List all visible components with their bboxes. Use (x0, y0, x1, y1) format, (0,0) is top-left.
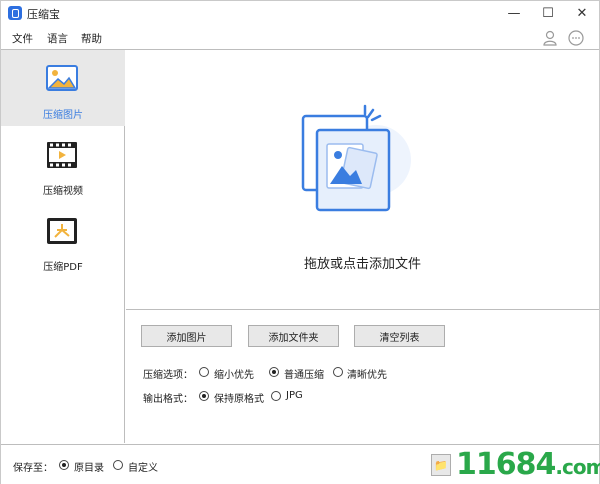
drop-area-hint: 拖放或点击添加文件 (303, 257, 421, 272)
compress-option-label[interactable]: 普通压缩 (284, 366, 324, 381)
menu-file[interactable]: 文件 (12, 31, 33, 46)
add-folder-button[interactable]: 添加文件夹 (248, 325, 339, 347)
save-to-label: 保存至： (13, 463, 53, 474)
add-files-illustration-icon (301, 104, 411, 212)
app-logo-icon (8, 6, 22, 20)
save-location-option-label[interactable]: 自定义 (128, 459, 158, 474)
menu-language[interactable]: 语言 (47, 31, 68, 46)
compress-option-label[interactable]: 缩小优先 (214, 366, 254, 381)
sidebar-item-compress-image[interactable]: 压缩图片 (1, 50, 125, 126)
output-format-option-label[interactable]: 保持原格式 (214, 390, 264, 405)
options-panel: 添加图片 添加文件夹 清空列表 压缩选项： 缩小优先 普通压缩 清晰优先 输出格… (126, 311, 599, 443)
output-format-option-label[interactable]: JPG (286, 390, 303, 401)
sidebar-item-label: 压缩视频 (43, 186, 83, 197)
save-location-radio[interactable] (59, 460, 69, 470)
add-images-button[interactable]: 添加图片 (141, 325, 232, 347)
bottom-bar: 保存至： 原目录 自定义 📁 11684.com (1, 444, 600, 484)
sidebar: 压缩图片 压缩视频 压缩PDF (1, 50, 125, 443)
chat-icon[interactable] (567, 29, 585, 47)
file-drop-area[interactable]: 拖放或点击添加文件 (126, 50, 599, 310)
sidebar-item-label: 压缩图片 (43, 110, 83, 121)
compress-options-label: 压缩选项： (143, 370, 193, 381)
maximize-button[interactable]: ☐ (531, 1, 565, 25)
compress-option-label[interactable]: 清晰优先 (347, 366, 387, 381)
pdf-icon (47, 218, 77, 244)
menu-help[interactable]: 帮助 (81, 31, 102, 46)
user-icon[interactable] (541, 29, 559, 47)
film-icon (47, 142, 77, 168)
title-bar: 压缩宝 — ☐ ✕ (1, 1, 599, 25)
sidebar-item-compress-pdf[interactable]: 压缩PDF (1, 202, 125, 278)
site-watermark: 11684.com (456, 447, 600, 482)
output-format-radio[interactable] (199, 391, 209, 401)
minimize-button[interactable]: — (497, 1, 531, 25)
image-icon (46, 65, 78, 91)
save-location-radio[interactable] (113, 460, 123, 470)
close-button[interactable]: ✕ (565, 1, 599, 25)
compress-option-radio[interactable] (333, 367, 343, 377)
app-window: 压缩宝 — ☐ ✕ 文件 语言 帮助 压缩图片 压缩视频 压缩PDF 拖放或点击… (0, 0, 600, 484)
folder-icon[interactable]: 📁 (431, 454, 451, 476)
compress-option-radio[interactable] (269, 367, 279, 377)
window-title: 压缩宝 (27, 8, 60, 21)
output-format-radio[interactable] (271, 391, 281, 401)
save-location-option-label[interactable]: 原目录 (74, 459, 104, 474)
sidebar-item-label: 压缩PDF (43, 262, 83, 273)
output-format-label: 输出格式： (143, 394, 193, 405)
clear-list-button[interactable]: 清空列表 (354, 325, 445, 347)
compress-option-radio[interactable] (199, 367, 209, 377)
sidebar-item-compress-video[interactable]: 压缩视频 (1, 126, 125, 202)
menu-bar: 文件 语言 帮助 (1, 25, 599, 49)
